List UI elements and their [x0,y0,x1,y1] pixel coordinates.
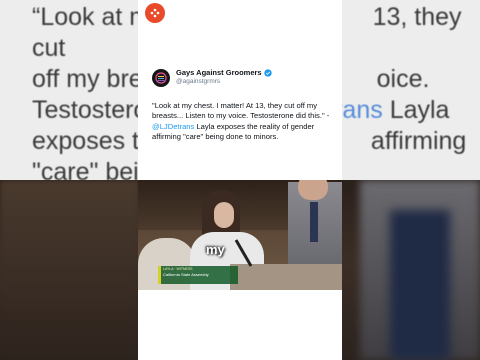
video-caption-word: my [206,242,225,257]
embedded-video-still: my LAYLA · WITNESS California State Asse… [138,180,342,290]
display-name: Gays Against Groomers [176,68,262,77]
tweet-author: Gays Against Groomers @againstgrmrs [152,68,334,87]
tweet-text-start: "Look at my chest. I matter! At 13, they… [152,101,330,121]
tweet-text: "Look at my chest. I matter! At 13, they… [152,101,334,143]
shorts-video-frame[interactable]: Gays Against Groomers @againstgrmrs "Loo… [138,0,342,360]
desk [230,264,342,290]
bg-line-4-right: affirming [370,127,467,155]
channel-avatar-icon[interactable] [145,3,165,23]
bg-line-4: exposes th [32,127,153,155]
bg-line-2-right: oice. [376,65,430,93]
tweet-card: Gays Against Groomers @againstgrmrs "Loo… [152,68,334,143]
verified-badge-icon [263,68,272,77]
lower-third-banner: LAYLA · WITNESS California State Assembl… [158,266,238,284]
tweet-mention-link[interactable]: @LJDetrans [152,122,194,131]
bg-line-3-right: Layla [389,96,450,124]
account-logo-icon [152,69,170,87]
account-handle: @againstgrmrs [176,78,221,85]
lower-third-bottom: California State Assembly [163,272,209,277]
